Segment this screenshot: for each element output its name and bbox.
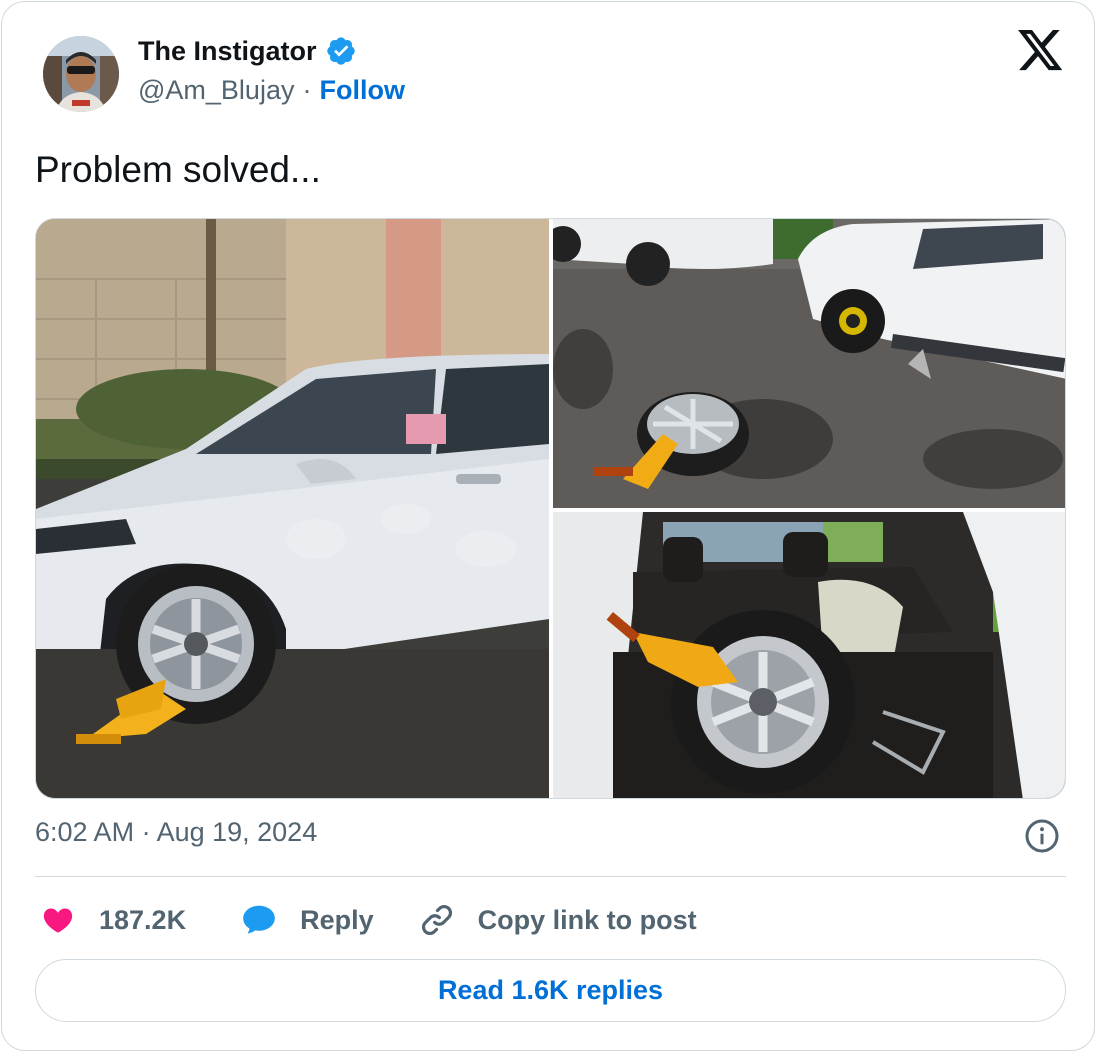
- verified-badge-icon: [325, 35, 357, 67]
- speech-bubble-icon: [240, 901, 278, 939]
- read-replies-label: Read 1.6K replies: [437, 975, 664, 1005]
- x-logo-icon[interactable]: [1018, 30, 1064, 72]
- copy-link-button[interactable]: Copy link to post: [418, 901, 697, 939]
- reply-label: Reply: [300, 904, 374, 935]
- follow-link[interactable]: Follow: [319, 75, 404, 106]
- heart-icon: [39, 901, 77, 939]
- photo-clamped-car[interactable]: [36, 219, 549, 798]
- like-button[interactable]: 187.2K: [39, 901, 186, 939]
- avatar[interactable]: [42, 26, 120, 122]
- link-icon: [418, 901, 456, 939]
- like-count: 187.2K: [99, 904, 187, 935]
- photo-removed-wheel[interactable]: [553, 219, 1065, 508]
- reply-button[interactable]: Reply: [240, 901, 374, 939]
- divider: [35, 876, 1066, 877]
- tweet-card: The Instigator @Am_Blujay · Follow Probl…: [1, 1, 1095, 1051]
- info-icon[interactable]: [1024, 818, 1060, 854]
- copy-link-label: Copy link to post: [477, 904, 697, 935]
- action-bar: 187.2K Reply Copy link to post: [39, 897, 697, 943]
- author-name-row[interactable]: The Instigator: [138, 35, 357, 67]
- separator-dot: ·: [302, 75, 312, 105]
- author-handle[interactable]: @Am_Blujay: [138, 75, 294, 106]
- media-grid: [35, 218, 1066, 799]
- tweet-text: Problem solved...: [35, 149, 321, 190]
- author-name[interactable]: The Instigator: [138, 36, 317, 67]
- author-handle-row: @Am_Blujay · Follow: [138, 75, 405, 106]
- photo-wheel-in-trunk[interactable]: [553, 512, 1065, 798]
- read-replies-button[interactable]: Read 1.6K replies: [35, 959, 1066, 1022]
- tweet-timestamp[interactable]: 6:02 AM · Aug 19, 2024: [35, 817, 317, 848]
